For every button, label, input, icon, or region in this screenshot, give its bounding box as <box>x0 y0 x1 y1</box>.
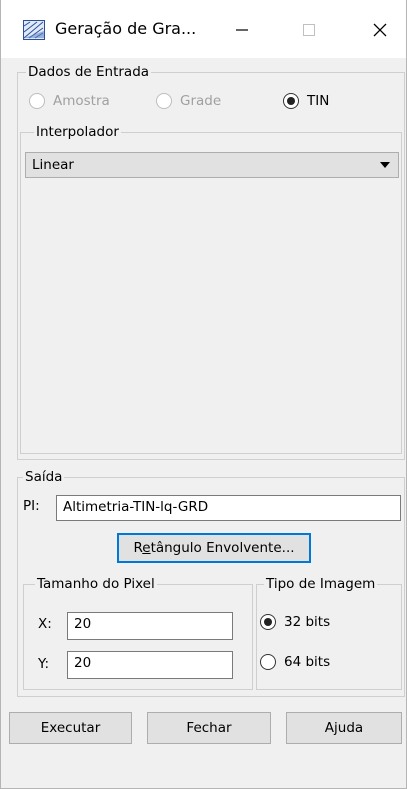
radio-64-bits[interactable]: 64 bits <box>260 654 330 670</box>
radio-amostra-label: Amostra <box>53 93 110 109</box>
help-button-label: Ajuda <box>324 720 364 736</box>
pi-input[interactable]: Altimetria-TIN-lq-GRD <box>56 495 401 521</box>
radio-circle-icon <box>156 93 172 109</box>
radio-64-bits-label: 64 bits <box>284 654 331 670</box>
close-dialog-button[interactable]: Fechar <box>147 712 271 744</box>
pixel-y-label: Y: <box>38 656 50 672</box>
close-icon <box>373 23 387 37</box>
pixel-x-value: 20 <box>74 616 92 632</box>
interpolator-select[interactable]: Linear <box>25 152 399 178</box>
pi-input-value: Altimetria-TIN-lq-GRD <box>63 499 209 515</box>
dialog-window: Geração de Gra... Dados de Entrada Amost… <box>0 0 407 789</box>
image-type-group-label: Tipo de Imagem <box>264 575 378 593</box>
maximize-button[interactable] <box>287 10 331 50</box>
radio-32-bits[interactable]: 32 bits <box>260 614 330 630</box>
image-type-group <box>256 584 402 690</box>
interpolator-selected-value: Linear <box>32 157 74 173</box>
radio-amostra[interactable]: Amostra <box>29 93 110 109</box>
pixel-y-input[interactable]: 20 <box>67 651 233 679</box>
input-data-group-label: Dados de Entrada <box>26 63 152 81</box>
output-group-label: Saída <box>23 468 65 486</box>
radio-grade-label: Grade <box>180 93 222 109</box>
title-bar[interactable]: Geração de Gra... <box>1 0 406 58</box>
window-title: Geração de Gra... <box>55 19 197 38</box>
execute-button[interactable]: Executar <box>9 712 132 744</box>
interpolator-group <box>20 132 402 454</box>
radio-selected-icon <box>283 93 299 109</box>
help-button[interactable]: Ajuda <box>286 712 402 744</box>
pixel-y-value: 20 <box>74 655 92 671</box>
close-dialog-button-label: Fechar <box>186 720 232 736</box>
close-button[interactable] <box>358 10 402 50</box>
radio-circle-icon <box>260 654 276 670</box>
dropdown-arrow-icon <box>380 162 390 168</box>
radio-tin[interactable]: TIN <box>283 93 329 109</box>
bounding-rectangle-button[interactable]: Retângulo Envolvente... <box>117 533 311 563</box>
interpolator-group-label: Interpolador <box>34 123 121 141</box>
radio-selected-icon <box>260 614 276 630</box>
minimize-icon <box>236 29 248 31</box>
pixel-x-input[interactable]: 20 <box>67 612 233 640</box>
maximize-icon <box>303 24 315 36</box>
grid-app-icon <box>23 20 45 40</box>
radio-tin-label: TIN <box>307 93 330 109</box>
minimize-button[interactable] <box>220 10 264 50</box>
pixel-size-group-label: Tamanho do Pixel <box>35 575 157 593</box>
radio-circle-icon <box>29 93 45 109</box>
pi-label: PI: <box>23 498 40 514</box>
radio-grade[interactable]: Grade <box>156 93 221 109</box>
bounding-rectangle-label: Retângulo Envolvente... <box>133 540 295 556</box>
radio-32-bits-label: 32 bits <box>284 614 331 630</box>
execute-button-label: Executar <box>40 720 101 736</box>
pixel-x-label: X: <box>38 616 52 632</box>
